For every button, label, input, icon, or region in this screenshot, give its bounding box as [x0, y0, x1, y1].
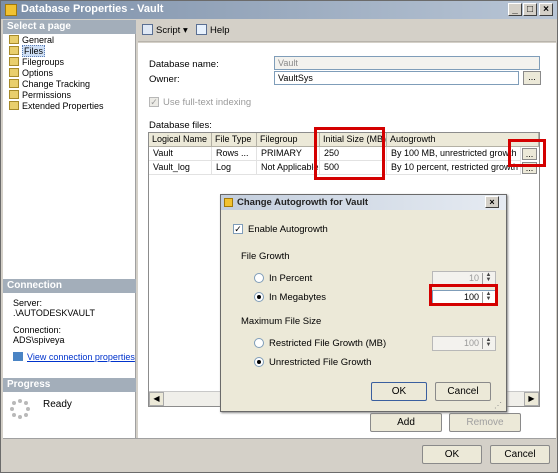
database-files-label: Database files:	[149, 120, 212, 131]
scroll-right-button[interactable]: ▶	[524, 392, 539, 406]
file-growth-label: File Growth	[241, 251, 290, 262]
left-panel: Select a page General Files Filegroups O…	[3, 20, 136, 438]
dialog-ok-button[interactable]: OK	[371, 382, 427, 401]
toolbar: Script ▾ Help	[138, 20, 556, 42]
server-value: .\AUTODESKVAULT	[13, 308, 96, 318]
page-icon	[9, 35, 19, 44]
column-header-filegroup[interactable]: Filegroup	[257, 133, 320, 147]
table-cell-file-type[interactable]: Rows ...	[212, 147, 257, 161]
table-cell-autogrowth[interactable]: By 10 percent, restricted growth t...	[387, 161, 521, 175]
in-megabytes-radio[interactable]	[254, 292, 264, 302]
page-icon	[9, 90, 19, 99]
database-name-field[interactable]: Vault	[274, 56, 540, 70]
scroll-left-button[interactable]: ◀	[149, 392, 164, 406]
connection-properties-icon	[13, 352, 23, 361]
highlight-initial-size	[314, 127, 385, 180]
chevron-down-icon: ▾	[182, 25, 188, 36]
table-cell-filegroup[interactable]: Not Applicable	[257, 161, 320, 175]
database-icon	[5, 4, 17, 16]
fulltext-checkbox[interactable]: ✓	[149, 97, 159, 107]
database-name-label: Database name:	[149, 59, 219, 70]
minimize-button[interactable]: _	[508, 3, 522, 16]
owner-field[interactable]: VaultSys	[274, 71, 519, 85]
stepper-arrows-icon[interactable]: ▲ ▼	[482, 272, 494, 284]
dialog-title-bar[interactable]: Change Autogrowth for Vault ×	[221, 195, 506, 210]
script-button[interactable]: Script ▾	[142, 24, 188, 36]
owner-browse-button[interactable]: ...	[523, 71, 541, 85]
table-cell-filegroup[interactable]: PRIMARY	[257, 147, 320, 161]
help-button[interactable]: Help	[196, 24, 230, 36]
remove-button[interactable]: Remove	[449, 413, 521, 432]
dialog-title: Change Autogrowth for Vault	[237, 197, 369, 208]
progress-spinner-icon	[10, 399, 30, 419]
column-header-file-type[interactable]: File Type	[212, 133, 257, 147]
help-icon	[196, 24, 207, 35]
page-item-permissions[interactable]: Permissions	[9, 90, 71, 101]
resize-grip-icon[interactable]: ⋰	[494, 401, 502, 410]
page-item-change-tracking[interactable]: Change Tracking	[9, 79, 90, 90]
footer-ok-button[interactable]: OK	[422, 445, 482, 464]
progress-status: Ready	[43, 399, 72, 410]
restricted-growth-stepper[interactable]: 100 ▲ ▼	[432, 336, 496, 351]
fulltext-label: Use full-text indexing	[163, 97, 252, 108]
restricted-growth-radio[interactable]	[254, 338, 264, 348]
close-button[interactable]: ×	[539, 3, 553, 16]
in-megabytes-label: In Megabytes	[269, 292, 327, 303]
window-title: Database Properties - Vault	[21, 3, 164, 15]
dialog-close-button[interactable]: ×	[485, 196, 499, 208]
stepper-arrows-icon[interactable]: ▲ ▼	[482, 337, 494, 349]
maximize-button[interactable]: □	[523, 3, 537, 16]
title-bar[interactable]: Database Properties - Vault _ □ ×	[1, 1, 557, 19]
enable-autogrowth-checkbox[interactable]: ✓	[233, 224, 243, 234]
view-connection-properties-link[interactable]: View connection properties	[13, 352, 135, 363]
column-header-logical-name[interactable]: Logical Name	[149, 133, 212, 147]
page-item-options[interactable]: Options	[9, 68, 53, 79]
highlight-megabytes-value	[429, 284, 498, 306]
page-icon	[9, 101, 19, 110]
in-percent-radio[interactable]	[254, 273, 264, 283]
in-percent-label: In Percent	[269, 273, 313, 284]
script-icon	[142, 24, 153, 35]
owner-label: Owner:	[149, 74, 180, 85]
table-cell-autogrowth[interactable]: By 100 MB, unrestricted growth	[387, 147, 521, 161]
unrestricted-growth-radio[interactable]	[254, 357, 264, 367]
database-properties-window: Database Properties - Vault _ □ × Select…	[0, 0, 558, 473]
page-icon	[9, 68, 19, 77]
page-item-files[interactable]: Files	[9, 45, 46, 57]
max-file-size-label: Maximum File Size	[241, 316, 322, 327]
connection-header: Connection	[3, 279, 136, 293]
page-item-filegroups[interactable]: Filegroups	[9, 57, 64, 68]
page-icon	[9, 79, 19, 88]
connection-value: ADS\spiveya	[13, 335, 65, 345]
page-icon	[9, 57, 19, 66]
database-icon	[224, 198, 233, 207]
footer-cancel-button[interactable]: Cancel	[490, 445, 550, 464]
unrestricted-growth-label: Unrestricted File Growth	[269, 357, 372, 368]
table-cell-logical-name[interactable]: Vault_log	[149, 161, 212, 175]
page-icon	[9, 46, 19, 55]
select-page-header: Select a page	[3, 20, 136, 34]
page-item-extended-properties[interactable]: Extended Properties	[9, 101, 104, 112]
table-cell-logical-name[interactable]: Vault	[149, 147, 212, 161]
dialog-cancel-button[interactable]: Cancel	[435, 382, 491, 401]
enable-autogrowth-label: Enable Autogrowth	[248, 224, 328, 235]
add-button[interactable]: Add	[370, 413, 442, 432]
restricted-growth-label: Restricted File Growth (MB)	[269, 338, 387, 349]
table-cell-file-type[interactable]: Log	[212, 161, 257, 175]
progress-header: Progress	[3, 378, 136, 392]
highlight-autogrowth-button	[508, 139, 546, 167]
